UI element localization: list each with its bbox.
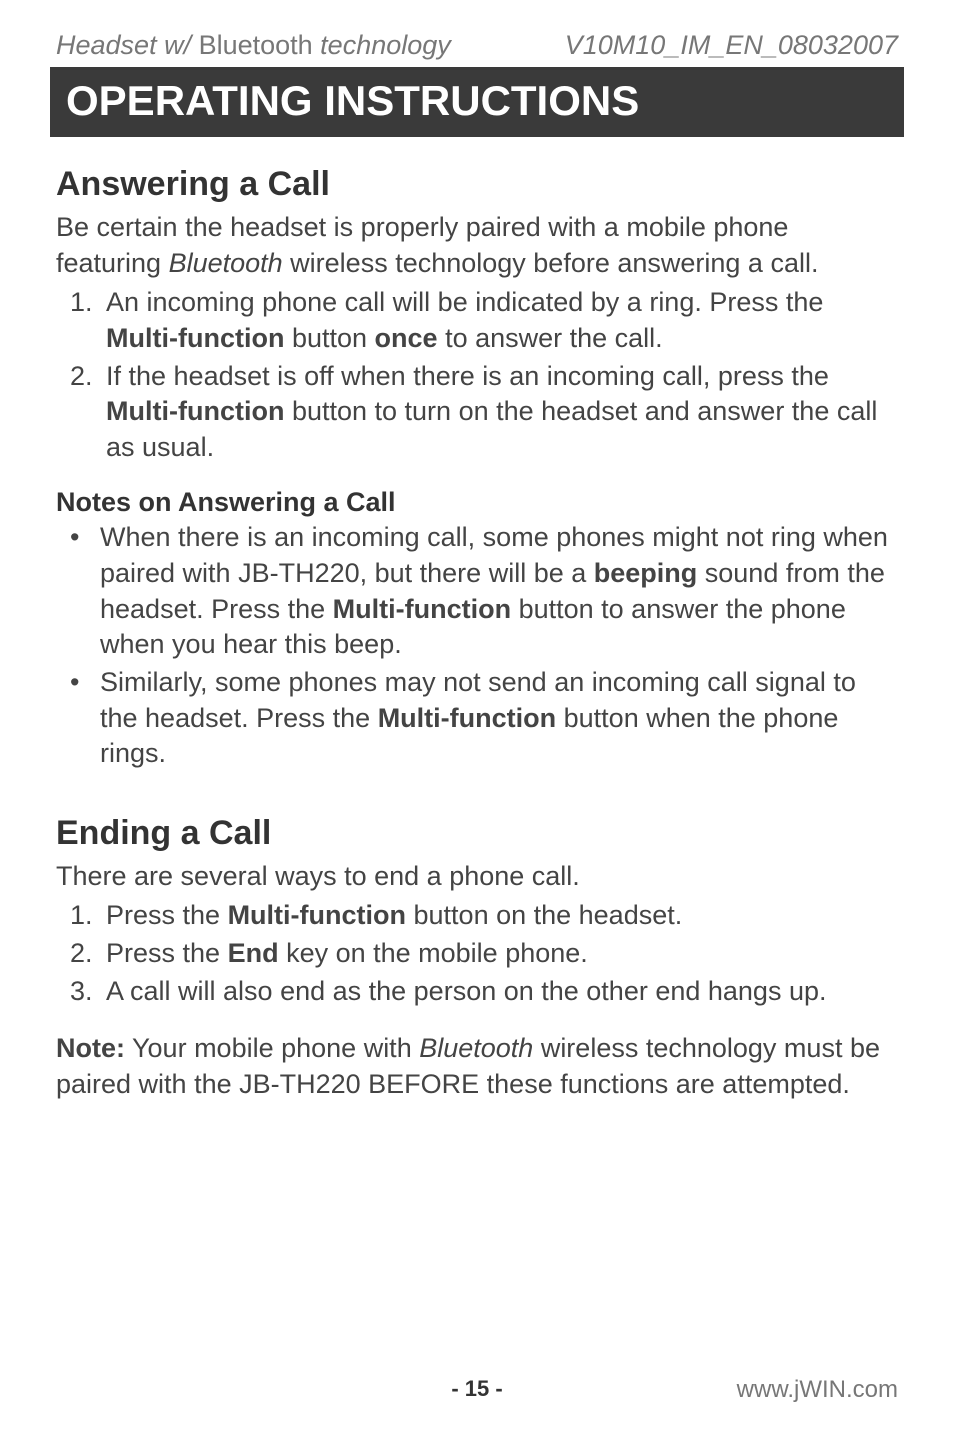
answering-intro-post: wireless technology before answering a c… bbox=[283, 248, 819, 278]
header-left: Headset w/ Bluetooth technology bbox=[56, 30, 451, 61]
multi-function-label: Multi-function bbox=[106, 396, 284, 426]
site-url: www.jWIN.com bbox=[737, 1376, 898, 1404]
answering-intro-bluetooth: Bluetooth bbox=[169, 248, 283, 278]
page-number: - 15 - bbox=[451, 1376, 502, 1402]
text: Press the bbox=[106, 900, 228, 930]
notes-list: When there is an incoming call, some pho… bbox=[56, 520, 898, 771]
notes-title: Notes on Answering a Call bbox=[56, 487, 898, 518]
ending-step-1: Press the Multi-function button on the h… bbox=[100, 898, 898, 934]
multi-function-label: Multi-function bbox=[228, 900, 406, 930]
ending-title: Ending a Call bbox=[56, 814, 898, 853]
notes-item-1: When there is an incoming call, some pho… bbox=[56, 520, 898, 663]
answering-steps: An incoming phone call will be indicated… bbox=[56, 285, 898, 465]
banner-title: OPERATING INSTRUCTIONS bbox=[50, 67, 904, 137]
ending-step-2: Press the End key on the mobile phone. bbox=[100, 936, 898, 972]
bluetooth-label: Bluetooth bbox=[419, 1033, 533, 1063]
answering-intro: Be certain the headset is properly paire… bbox=[56, 210, 898, 281]
text: An incoming phone call will be indicated… bbox=[106, 287, 823, 317]
text: to answer the call. bbox=[438, 323, 663, 353]
answering-step-2: If the headset is off when there is an i… bbox=[100, 359, 898, 466]
text: If the headset is off when there is an i… bbox=[106, 361, 829, 391]
header-left-post: technology bbox=[313, 30, 451, 60]
note-final: Note: Your mobile phone with Bluetooth w… bbox=[56, 1031, 898, 1102]
ending-step-3: A call will also end as the person on th… bbox=[100, 974, 898, 1010]
answering-title: Answering a Call bbox=[56, 165, 898, 204]
header-left-bluetooth: Bluetooth bbox=[199, 30, 313, 60]
text: button on the headset. bbox=[406, 900, 682, 930]
page: Headset w/ Bluetooth technology V10M10_I… bbox=[0, 0, 954, 1446]
text: Press the bbox=[106, 938, 228, 968]
multi-function-label: Multi-function bbox=[333, 594, 511, 624]
note-label: Note: bbox=[56, 1033, 125, 1063]
footer: - 15 - www.jWIN.com bbox=[56, 1376, 898, 1404]
header-right: V10M10_IM_EN_08032007 bbox=[565, 30, 898, 61]
spacer bbox=[56, 796, 898, 814]
once-label: once bbox=[375, 323, 438, 353]
answering-step-1: An incoming phone call will be indicated… bbox=[100, 285, 898, 356]
header-left-pre: Headset w/ bbox=[56, 30, 199, 60]
multi-function-label: Multi-function bbox=[106, 323, 284, 353]
beeping-label: beeping bbox=[594, 558, 698, 588]
ending-intro: There are several ways to end a phone ca… bbox=[56, 859, 898, 895]
end-label: End bbox=[228, 938, 279, 968]
text: Your mobile phone with bbox=[125, 1033, 419, 1063]
text: key on the mobile phone. bbox=[279, 938, 588, 968]
notes-item-2: Similarly, some phones may not send an i… bbox=[56, 665, 898, 772]
header-row: Headset w/ Bluetooth technology V10M10_I… bbox=[56, 30, 898, 61]
text: button bbox=[284, 323, 374, 353]
ending-steps: Press the Multi-function button on the h… bbox=[56, 898, 898, 1009]
multi-function-label: Multi-function bbox=[378, 703, 556, 733]
